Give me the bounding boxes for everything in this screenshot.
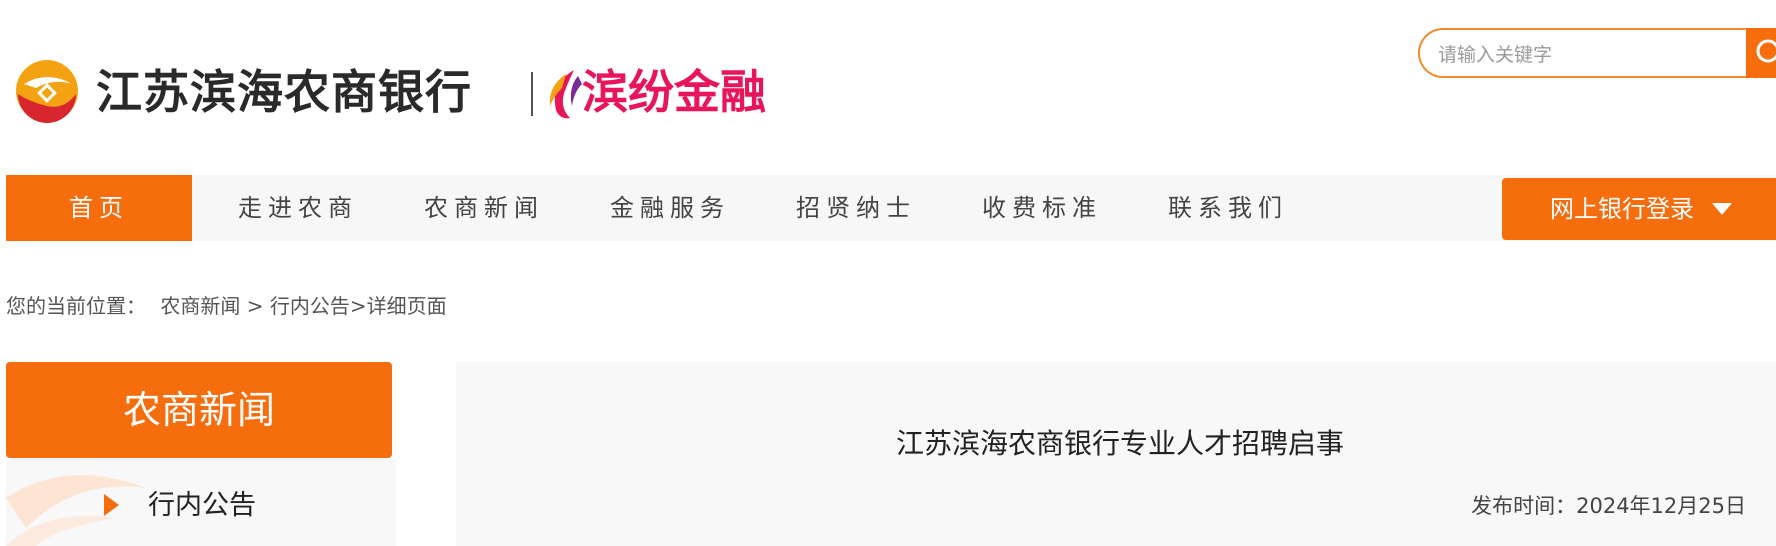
nav-item-news[interactable]: 农商新闻: [392, 175, 576, 241]
arrow-right-icon: [104, 494, 119, 516]
online-banking-login-button[interactable]: 网上银行登录: [1502, 178, 1776, 240]
bank-emblem-icon: [16, 60, 78, 123]
caret-down-icon: [1712, 203, 1732, 215]
login-button-label: 网上银行登录: [1550, 195, 1694, 223]
search-box: [1418, 28, 1748, 78]
search-icon: [1756, 39, 1776, 63]
search-input[interactable]: [1436, 40, 1730, 70]
sidebar-item-label: 行内公告: [148, 490, 256, 521]
bank-logo[interactable]: 江苏滨海农商银行 滨纷金融: [14, 58, 774, 130]
slogan-text: 滨纷金融: [582, 65, 766, 119]
article-panel: 江苏滨海农商银行专业人才招聘启事 发布时间：2024年12月25日: [456, 362, 1776, 546]
breadcrumb-label: 您的当前位置：: [6, 294, 146, 318]
nav-item-services[interactable]: 金融服务: [578, 175, 762, 241]
nav-item-fees[interactable]: 收费标准: [950, 175, 1134, 241]
nav-item-contact[interactable]: 联系我们: [1136, 175, 1320, 241]
nav-item-home[interactable]: 首页: [6, 175, 192, 241]
sidebar-title: 农商新闻: [6, 362, 392, 458]
breadcrumb-path[interactable]: 农商新闻 > 行内公告>详细页面: [160, 294, 446, 318]
bank-name: 江苏滨海农商银行: [96, 65, 472, 119]
logo-divider: [531, 72, 533, 116]
search-button[interactable]: [1746, 28, 1776, 78]
breadcrumb: 您的当前位置： 农商新闻 > 行内公告>详细页面: [6, 292, 455, 320]
article-title: 江苏滨海农商银行专业人才招聘启事: [895, 427, 1344, 460]
publish-time: 发布时间：2024年12月25日: [1471, 494, 1746, 518]
sidebar-menu: 行内公告: [6, 458, 396, 546]
nav-item-careers[interactable]: 招贤纳士: [764, 175, 948, 241]
nav-item-about[interactable]: 走进农商: [206, 175, 390, 241]
sidebar-item-announcements[interactable]: 行内公告: [6, 458, 396, 546]
